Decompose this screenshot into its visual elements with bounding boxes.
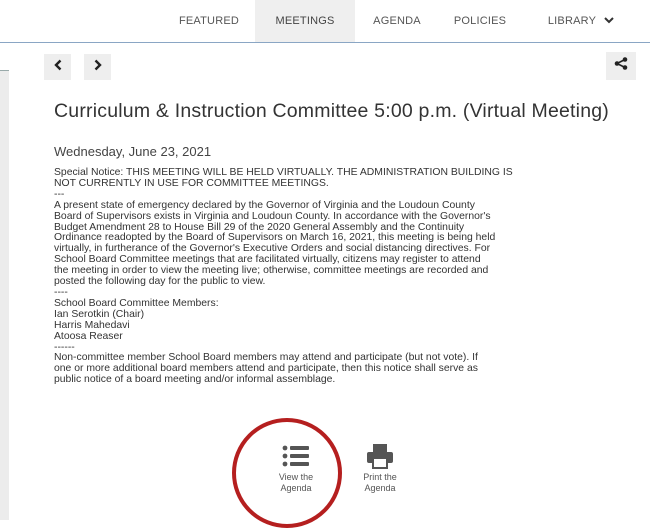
description-line: Harris Mahedavi — [54, 319, 130, 331]
gutter-divider — [0, 70, 9, 71]
description-line: posted the following day for the public … — [54, 276, 266, 288]
chevron-down-icon — [604, 1, 614, 43]
tab-meetings[interactable]: MEETINGS — [255, 0, 355, 42]
tab-policies[interactable]: POLICIES — [440, 0, 520, 42]
print-icon — [350, 440, 410, 472]
list-icon — [266, 440, 326, 472]
description-line: NOT CURRENTLY IN USE FOR COMMITTEE MEETI… — [54, 177, 329, 189]
description-line: public notice of a board meeting and/or … — [54, 374, 336, 386]
previous-meeting-button[interactable] — [44, 54, 71, 80]
chevron-right-icon — [93, 58, 103, 76]
tab-library[interactable]: LIBRARY — [526, 0, 636, 42]
tab-library-label: LIBRARY — [547, 15, 596, 27]
view-agenda-label-1: View the — [278, 472, 314, 482]
tab-policies-label: POLICIES — [453, 15, 507, 27]
tab-meetings-label: MEETINGS — [275, 15, 335, 27]
description-line: A present state of emergency declared by… — [54, 199, 475, 211]
tab-featured-label: FEATURED — [178, 15, 240, 27]
next-meeting-button[interactable] — [84, 54, 111, 80]
meeting-description: Special Notice: THIS MEETING WILL BE HEL… — [54, 167, 629, 386]
view-agenda-button[interactable]: View the Agenda — [266, 440, 326, 494]
meeting-date: Wednesday, June 23, 2021 — [54, 144, 212, 159]
description-line: Board of Supervisors exists in Virginia … — [54, 210, 491, 222]
agenda-actions: View the Agenda Print the Agenda — [262, 440, 442, 510]
print-agenda-button[interactable]: Print the Agenda — [350, 440, 410, 494]
print-agenda-label-2: Agenda — [364, 483, 396, 493]
share-button[interactable] — [606, 52, 636, 80]
tab-agenda-label: AGENDA — [373, 15, 421, 27]
tab-agenda[interactable]: AGENDA — [360, 0, 434, 42]
tab-featured[interactable]: FEATURED — [168, 0, 250, 42]
top-navigation: FEATURED MEETINGS AGENDA POLICIES LIBRAR… — [0, 0, 650, 43]
view-agenda-label-2: Agenda — [280, 483, 312, 493]
meeting-title: Curriculum & Instruction Committee 5:00 … — [54, 100, 609, 122]
chevron-left-icon — [53, 58, 63, 76]
description-line: Ian Serotkin (Chair) — [54, 308, 145, 320]
left-scroll-gutter — [0, 70, 9, 520]
print-agenda-label-1: Print the — [363, 472, 397, 482]
share-icon — [614, 57, 628, 75]
description-line: Atoosa Reaser — [54, 330, 123, 342]
